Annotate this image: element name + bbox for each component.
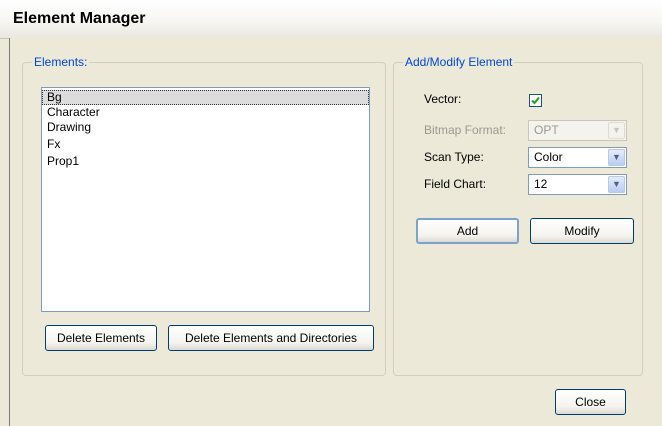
chevron-down-icon: ▼ bbox=[608, 122, 625, 139]
field-chart-select[interactable]: 12 ▼ bbox=[528, 174, 627, 195]
vector-checkbox[interactable] bbox=[529, 94, 542, 107]
close-button[interactable]: Close bbox=[555, 389, 626, 415]
list-item[interactable]: Prop1 bbox=[42, 154, 369, 169]
list-item[interactable]: Drawing bbox=[42, 120, 369, 135]
delete-elements-and-directories-button[interactable]: Delete Elements and Directories bbox=[168, 325, 374, 351]
checkmark-icon bbox=[531, 96, 540, 105]
add-modify-legend: Add/Modify Element bbox=[403, 55, 515, 69]
window-title: Element Manager bbox=[13, 10, 146, 27]
chevron-down-icon[interactable]: ▼ bbox=[608, 176, 625, 193]
elements-listbox[interactable]: Bg Character Drawing Fx Prop1 bbox=[41, 87, 370, 312]
scan-type-label: Scan Type: bbox=[424, 150, 484, 164]
chevron-down-icon[interactable]: ▼ bbox=[608, 149, 625, 166]
vector-label: Vector: bbox=[424, 92, 462, 106]
bitmap-format-label: Bitmap Format: bbox=[424, 123, 507, 137]
delete-elements-button[interactable]: Delete Elements bbox=[45, 325, 157, 351]
scan-type-select[interactable]: Color ▼ bbox=[528, 147, 627, 168]
list-item[interactable]: Fx bbox=[42, 137, 369, 152]
elements-legend: Elements: bbox=[32, 55, 90, 69]
add-button[interactable]: Add bbox=[416, 218, 519, 244]
list-item[interactable]: Bg bbox=[42, 90, 369, 105]
modify-button[interactable]: Modify bbox=[530, 218, 634, 244]
field-chart-label: Field Chart: bbox=[424, 177, 487, 191]
list-item[interactable]: Character bbox=[42, 105, 369, 120]
bitmap-format-value: OPT bbox=[534, 123, 559, 137]
bitmap-format-select: OPT ▼ bbox=[528, 120, 627, 141]
scan-type-value: Color bbox=[534, 150, 563, 164]
title-bar: Element Manager bbox=[0, 0, 662, 39]
field-chart-value: 12 bbox=[534, 177, 548, 191]
